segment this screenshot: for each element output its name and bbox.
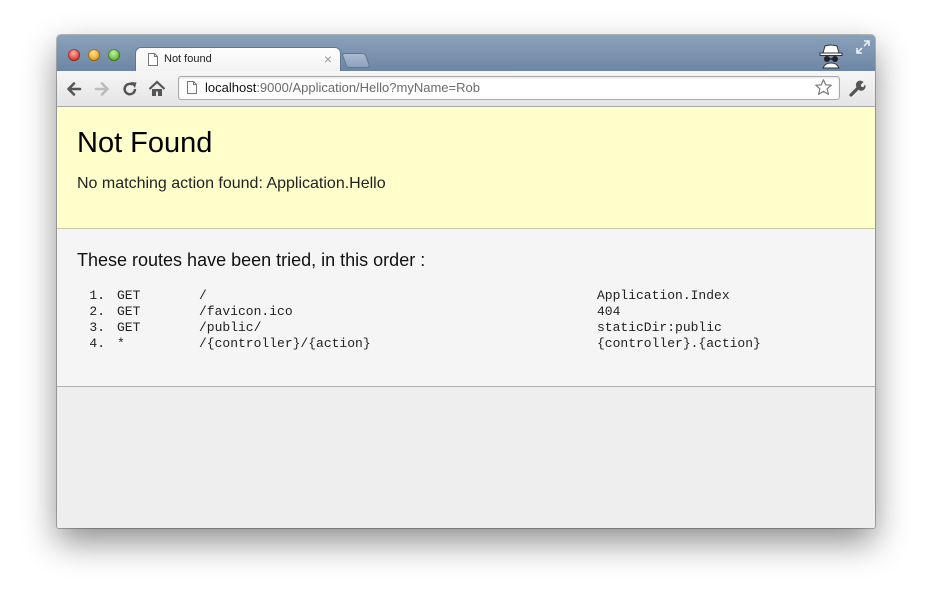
fullscreen-icon[interactable] <box>855 39 871 55</box>
route-method: GET <box>117 304 141 319</box>
browser-window: Not found × localhost:9000/Application/H… <box>57 35 875 528</box>
minimize-window-button[interactable] <box>88 49 100 61</box>
route-number: 2. <box>89 304 105 319</box>
error-title: Not Found <box>77 127 213 159</box>
routes-heading: These routes have been tried, in this or… <box>77 250 426 270</box>
page-icon <box>148 53 158 66</box>
route-method: * <box>117 336 125 351</box>
route-row: 2. GET /favicon.ico 404 <box>77 304 857 320</box>
route-action: {controller}.{action} <box>597 336 761 351</box>
route-path: /{controller}/{action} <box>199 336 371 351</box>
forward-arrow-icon[interactable] <box>93 80 111 98</box>
page-content: Not Found No matching action found: Appl… <box>57 107 875 528</box>
route-row: 1. GET / Application.Index <box>77 288 857 304</box>
route-method: GET <box>117 320 141 335</box>
home-icon[interactable] <box>148 80 166 98</box>
toolbar: localhost:9000/Application/Hello?myName=… <box>57 71 875 107</box>
route-path: /favicon.ico <box>199 304 293 319</box>
routes-panel: These routes have been tried, in this or… <box>57 229 875 387</box>
star-icon[interactable] <box>814 78 833 97</box>
reload-icon[interactable] <box>121 80 139 98</box>
tab-title: Not found <box>164 53 212 65</box>
route-path: / <box>199 288 207 303</box>
routes-list: 1. GET / Application.Index 2. GET /favic… <box>77 288 857 352</box>
route-path: /public/ <box>199 320 262 335</box>
route-number: 3. <box>89 320 105 335</box>
tab-strip: Not found × <box>57 35 875 72</box>
back-arrow-icon[interactable] <box>65 80 83 98</box>
address-bar[interactable]: localhost:9000/Application/Hello?myName=… <box>178 76 840 100</box>
error-panel: Not Found No matching action found: Appl… <box>57 107 875 229</box>
error-message: No matching action found: Application.He… <box>77 175 386 192</box>
new-tab-button[interactable] <box>341 53 371 68</box>
route-action: 404 <box>597 304 621 319</box>
route-row: 4. * /{controller}/{action} {controller}… <box>77 336 857 352</box>
tab-not-found[interactable]: Not found × <box>135 47 341 72</box>
route-action: Application.Index <box>597 288 730 303</box>
page-icon <box>187 81 197 94</box>
route-method: GET <box>117 288 141 303</box>
route-number: 4. <box>89 336 105 351</box>
url-path: :9000/Application/Hello?myName=Rob <box>256 80 480 95</box>
close-tab-icon[interactable]: × <box>324 51 332 67</box>
maximize-window-button[interactable] <box>108 49 120 61</box>
close-window-button[interactable] <box>68 49 80 61</box>
wrench-icon[interactable] <box>848 79 866 97</box>
incognito-icon <box>819 44 843 69</box>
url-text[interactable]: localhost:9000/Application/Hello?myName=… <box>205 80 480 95</box>
route-action: staticDir:public <box>597 320 722 335</box>
route-row: 3. GET /public/ staticDir:public <box>77 320 857 336</box>
route-number: 1. <box>89 288 105 303</box>
url-host: localhost <box>205 80 257 95</box>
